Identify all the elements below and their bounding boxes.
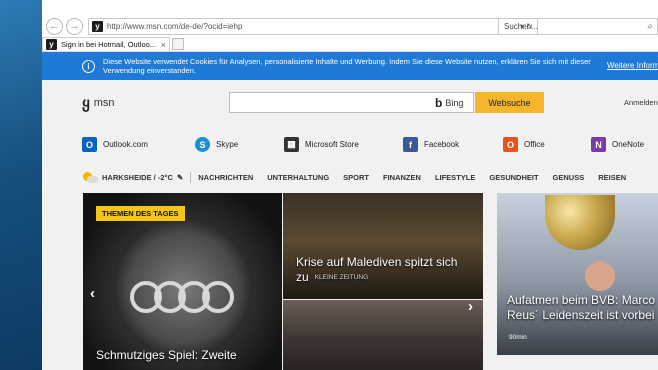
nav-sport[interactable]: SPORT <box>343 173 369 182</box>
video-duration: 90min <box>509 334 527 341</box>
browser-tab[interactable]: y Sign in bei Hotmail, Outloo... × <box>42 37 170 51</box>
quicklink-microsoft-store[interactable]: ▦ Microsoft Store <box>284 137 359 152</box>
quicklink-label: Outlook.com <box>103 140 148 149</box>
websuche-button[interactable]: Websuche <box>475 92 544 113</box>
nav-genuss[interactable]: GENUSS <box>553 173 585 182</box>
cookie-more-link[interactable]: Weitere Inform <box>607 61 658 70</box>
headline-line-2: zu <box>296 270 309 284</box>
edit-pencil-icon[interactable]: ✎ <box>177 173 183 182</box>
forward-button[interactable]: → <box>66 18 83 35</box>
weather-label: HARKSHEIDE / -2°C <box>102 172 173 182</box>
new-tab-button[interactable] <box>172 38 184 50</box>
cookie-message: Diese Website verwendet Cookies für Anal… <box>103 57 591 75</box>
carousel-next-icon[interactable]: › <box>468 300 473 315</box>
quicklink-outlook[interactable]: O Outlook.com <box>82 137 148 152</box>
quicklink-label: Microsoft Store <box>305 140 359 149</box>
quicklink-label: Facebook <box>424 140 460 149</box>
forward-arrow-icon: → <box>69 20 80 32</box>
headline-line-2: Reus´ Leidenszeit ist vorbei <box>507 308 655 322</box>
tab-title: Sign in bei Hotmail, Outloo... <box>61 40 157 49</box>
logo-text: msn <box>93 97 115 109</box>
nav-nachrichten[interactable]: NACHRICHTEN <box>198 173 253 182</box>
msn-logo[interactable]: ყ msn <box>82 94 115 112</box>
nav-lifestyle[interactable]: LIFESTYLE <box>435 173 475 182</box>
quicklink-label: Skype <box>216 140 239 149</box>
player-photo <box>585 261 615 291</box>
quicklink-office[interactable]: O Office <box>503 137 545 152</box>
trophy-photo <box>545 195 615 250</box>
msn-page: ყ msn b Bing Websuche Anmelden O Outlook… <box>42 80 658 370</box>
nav-reisen[interactable]: REISEN <box>598 173 626 182</box>
headline-line-1: Krise auf Malediven spitzt sich <box>296 255 458 269</box>
bing-text: Bing <box>445 98 464 108</box>
bing-label: b Bing <box>435 96 463 110</box>
tab-close-icon[interactable]: × <box>161 40 169 50</box>
browser-search-placeholder[interactable]: Suchen... <box>499 22 647 31</box>
tab-favicon-icon: y <box>46 39 57 50</box>
feature-tile-audi[interactable]: THEMEN DES TAGES ‹ Schmutziges Spiel: Zw… <box>83 193 282 370</box>
carousel-prev-icon[interactable]: ‹ <box>90 285 95 302</box>
audi-rings-image <box>130 281 234 313</box>
address-bar[interactable]: y http://www.msn.com/de-de/?ocid=iehp ▾ … <box>88 18 538 35</box>
cookie-banner: i Diese Website verwendet Cookies für An… <box>42 52 658 80</box>
desktop-background <box>0 0 42 370</box>
quicklink-skype[interactable]: S Skype <box>195 137 238 152</box>
tile-headline[interactable]: Aufatmen beim BVB: Marco Reus´ Leidensze… <box>507 293 655 323</box>
butterfly-icon: ყ <box>82 95 90 112</box>
outlook-icon: O <box>82 137 97 152</box>
address-url[interactable]: http://www.msn.com/de-de/?ocid=iehp <box>107 22 520 31</box>
msn-favicon-icon: y <box>92 21 103 32</box>
signin-link[interactable]: Anmelden <box>624 98 658 107</box>
store-icon: ▦ <box>284 137 299 152</box>
partly-cloudy-icon <box>82 171 98 183</box>
bing-icon: b <box>435 96 443 110</box>
themen-des-tages-badge: THEMEN DES TAGES <box>96 206 185 221</box>
info-icon: i <box>82 59 95 73</box>
browser-search-box[interactable]: Suchen... ⌕ <box>498 18 658 35</box>
nav-gesundheit[interactable]: GESUNDHEIT <box>489 173 538 182</box>
nav-finanzen[interactable]: FINANZEN <box>383 173 421 182</box>
news-tile-photo[interactable]: › <box>283 300 483 370</box>
back-arrow-icon: ← <box>49 20 60 32</box>
news-tile-bvb[interactable]: Aufatmen beim BVB: Marco Reus´ Leidensze… <box>497 193 658 355</box>
browser-window: ← → y http://www.msn.com/de-de/?ocid=ieh… <box>42 0 658 370</box>
weather-widget[interactable]: HARKSHEIDE / -2°C ✎ <box>82 171 183 183</box>
search-icon[interactable]: ⌕ <box>647 21 657 32</box>
source-label: KLEINE ZEITUNG <box>314 274 369 282</box>
divider <box>190 171 192 183</box>
facebook-icon: f <box>403 137 418 152</box>
quicklink-label: OneNote <box>612 140 645 149</box>
browser-chrome: ← → y http://www.msn.com/de-de/?ocid=ieh… <box>42 0 658 52</box>
tile-headline[interactable]: Schmutziges Spiel: Zweite <box>96 348 237 363</box>
category-nav: HARKSHEIDE / -2°C ✎ NACHRICHTEN UNTERHAL… <box>82 169 658 185</box>
tile-headline[interactable]: Krise auf Malediven spitzt sich zu KLEINE… <box>296 255 457 285</box>
onenote-icon: N <box>591 137 606 152</box>
quicklink-facebook[interactable]: f Facebook <box>403 137 459 152</box>
quicklink-label: Office <box>524 140 545 149</box>
quicklink-onenote[interactable]: N OneNote <box>591 137 644 152</box>
skype-icon: S <box>195 137 210 152</box>
headline-line-1: Aufatmen beim BVB: Marco <box>507 293 656 307</box>
news-tile-malediven[interactable]: Krise auf Malediven spitzt sich zu KLEINE… <box>283 193 483 299</box>
office-icon: O <box>503 137 518 152</box>
back-button[interactable]: ← <box>46 18 63 35</box>
nav-unterhaltung[interactable]: UNTERHALTUNG <box>267 173 329 182</box>
